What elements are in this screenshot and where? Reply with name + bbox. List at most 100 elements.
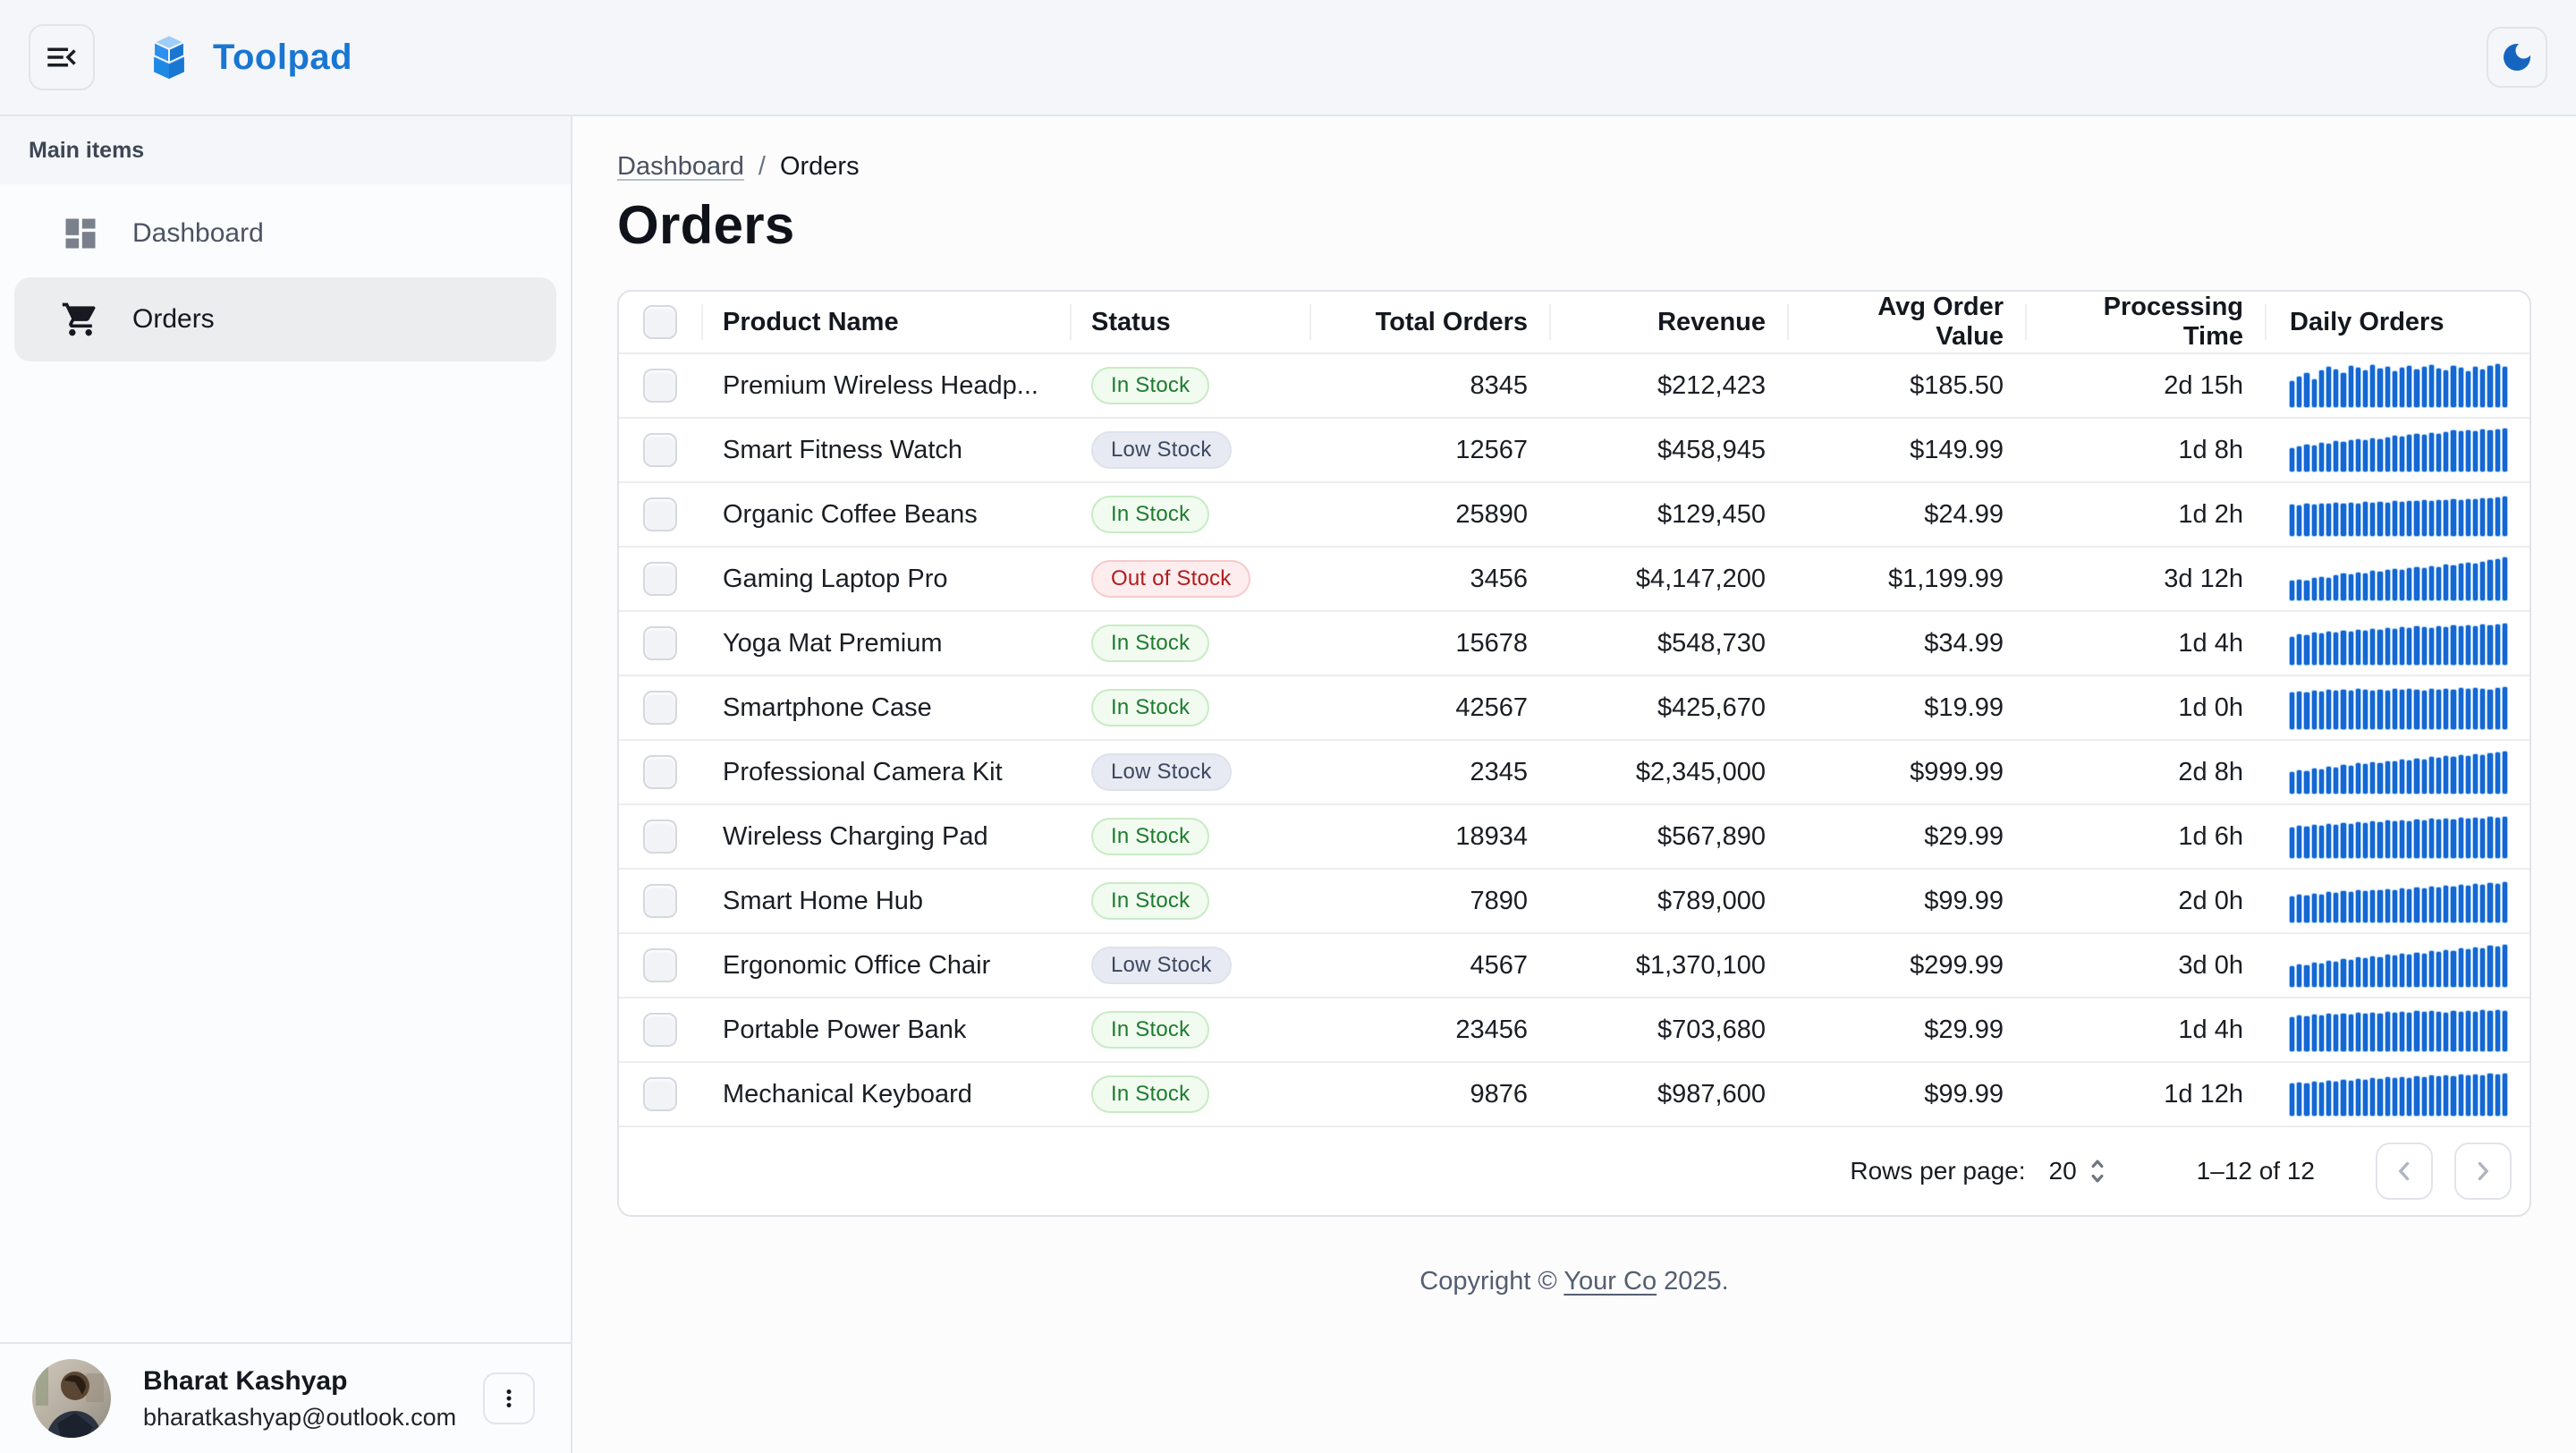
table-row[interactable]: Wireless Charging Pad In Stock 18934 $56… <box>619 803 2529 868</box>
user-account: Bharat Kashyap bharatkashyap@outlook.com <box>0 1342 571 1453</box>
revenue-cell: $129,450 <box>1549 483 1787 546</box>
product-name-cell: Mechanical Keyboard <box>723 1080 972 1109</box>
status-label: Low Stock <box>1111 438 1212 463</box>
app-bar: Toolpad <box>0 0 2576 116</box>
table-row[interactable]: Portable Power Bank In Stock 23456 $703,… <box>619 997 2529 1061</box>
row-checkbox[interactable] <box>643 433 677 467</box>
revenue-cell: $212,423 <box>1549 354 1787 417</box>
sidebar-section-header: Main items <box>0 116 571 184</box>
revenue-cell: $425,670 <box>1549 676 1787 739</box>
user-name: Bharat Kashyap <box>143 1366 483 1397</box>
breadcrumb-link-dashboard[interactable]: Dashboard <box>617 152 744 182</box>
avg-order-value-cell: $299.99 <box>1787 934 2025 997</box>
user-meta: Bharat Kashyap bharatkashyap@outlook.com <box>143 1366 483 1432</box>
brand[interactable]: Toolpad <box>145 31 352 83</box>
status-label: In Stock <box>1111 373 1190 398</box>
app-title: Toolpad <box>213 38 352 78</box>
select-all-checkbox[interactable] <box>643 305 677 339</box>
table-row[interactable]: Yoga Mat Premium In Stock 15678 $548,730… <box>619 610 2529 675</box>
chevron-right-icon <box>2468 1156 2498 1186</box>
avg-order-value-cell: $185.50 <box>1787 354 2025 417</box>
status-badge: In Stock <box>1091 689 1209 726</box>
theme-toggle-button[interactable] <box>2487 27 2547 88</box>
table-row[interactable]: Smartphone Case In Stock 42567 $425,670 … <box>619 675 2529 739</box>
daily-orders-sparkline <box>2290 493 2507 536</box>
avatar[interactable] <box>32 1359 111 1438</box>
table-row[interactable]: Smart Home Hub In Stock 7890 $789,000 $9… <box>619 868 2529 932</box>
status-badge: In Stock <box>1091 1011 1209 1049</box>
total-orders-cell: 23456 <box>1309 998 1549 1061</box>
processing-time-cell: 1d 6h <box>2025 805 2265 868</box>
table-pagination: Rows per page: 20 1–12 of 12 <box>619 1126 2529 1215</box>
row-checkbox[interactable] <box>643 1013 677 1047</box>
avg-order-value-cell: $24.99 <box>1787 483 2025 546</box>
column-header-processing-time[interactable]: Processing Time <box>2025 292 2265 353</box>
daily-orders-sparkline <box>2290 879 2507 922</box>
row-checkbox[interactable] <box>643 691 677 725</box>
row-checkbox[interactable] <box>643 755 677 789</box>
total-orders-cell: 12567 <box>1309 419 1549 481</box>
status-label: Out of Stock <box>1111 566 1231 591</box>
table-row[interactable]: Ergonomic Office Chair Low Stock 4567 $1… <box>619 932 2529 997</box>
sidebar-item-dashboard[interactable]: Dashboard <box>14 191 556 276</box>
next-page-button[interactable] <box>2454 1143 2512 1200</box>
daily-orders-sparkline <box>2290 1073 2507 1116</box>
processing-time-cell: 1d 2h <box>2025 483 2265 546</box>
column-header-product-name[interactable]: Product Name <box>701 292 1070 353</box>
total-orders-cell: 8345 <box>1309 354 1549 417</box>
status-label: In Stock <box>1111 631 1190 656</box>
column-header-total-orders[interactable]: Total Orders <box>1309 292 1549 353</box>
dashboard-icon <box>61 214 100 253</box>
row-checkbox[interactable] <box>643 497 677 531</box>
orders-table: Product Name Status Total Orders Revenue… <box>617 290 2531 1217</box>
status-badge: Out of Stock <box>1091 560 1250 598</box>
status-label: In Stock <box>1111 1017 1190 1042</box>
row-checkbox[interactable] <box>643 626 677 660</box>
status-label: In Stock <box>1111 502 1190 527</box>
avg-order-value-cell: $19.99 <box>1787 676 2025 739</box>
status-badge: In Stock <box>1091 496 1209 533</box>
row-checkbox[interactable] <box>643 884 677 918</box>
row-checkbox[interactable] <box>643 1077 677 1111</box>
table-header-row: Product Name Status Total Orders Revenue… <box>619 292 2529 353</box>
row-checkbox[interactable] <box>643 820 677 854</box>
product-name-cell: Wireless Charging Pad <box>723 822 988 852</box>
daily-orders-sparkline <box>2290 944 2507 987</box>
table-row[interactable]: Professional Camera Kit Low Stock 2345 $… <box>619 739 2529 803</box>
table-row[interactable]: Gaming Laptop Pro Out of Stock 3456 $4,1… <box>619 546 2529 610</box>
revenue-cell: $548,730 <box>1549 612 1787 675</box>
status-badge: In Stock <box>1091 882 1209 920</box>
company-link[interactable]: Your Co <box>1563 1267 1657 1296</box>
row-checkbox[interactable] <box>643 369 677 403</box>
column-header-status[interactable]: Status <box>1070 292 1309 353</box>
sidebar-item-label: Dashboard <box>132 218 264 249</box>
product-name-cell: Smart Home Hub <box>723 887 923 916</box>
sidebar-item-orders[interactable]: Orders <box>14 277 556 361</box>
column-header-revenue[interactable]: Revenue <box>1549 292 1787 353</box>
status-badge: Low Stock <box>1091 753 1232 791</box>
column-header-avg-order-value[interactable]: Avg Order Value <box>1787 292 2025 353</box>
daily-orders-sparkline <box>2290 686 2507 729</box>
collapse-sidebar-button[interactable] <box>29 24 95 90</box>
table-row[interactable]: Mechanical Keyboard In Stock 9876 $987,6… <box>619 1061 2529 1126</box>
daily-orders-sparkline <box>2290 751 2507 794</box>
row-checkbox[interactable] <box>643 562 677 596</box>
avg-order-value-cell: $999.99 <box>1787 741 2025 803</box>
table-row[interactable]: Smart Fitness Watch Low Stock 12567 $458… <box>619 417 2529 481</box>
user-menu-button[interactable] <box>483 1372 535 1424</box>
processing-time-cell: 2d 0h <box>2025 870 2265 932</box>
status-label: In Stock <box>1111 1082 1190 1107</box>
sidebar: Main items Dashboard Orders <box>0 116 572 1453</box>
table-row[interactable]: Premium Wireless Headp... In Stock 8345 … <box>619 353 2529 417</box>
processing-time-cell: 1d 12h <box>2025 1063 2265 1126</box>
previous-page-button[interactable] <box>2376 1143 2433 1200</box>
rows-per-page-select[interactable]: 20 <box>2049 1156 2111 1186</box>
copyright: Copyright © Your Co 2025. <box>617 1267 2531 1296</box>
column-header-daily-orders[interactable]: Daily Orders <box>2265 292 2531 353</box>
avg-order-value-cell: $34.99 <box>1787 612 2025 675</box>
revenue-cell: $703,680 <box>1549 998 1787 1061</box>
row-checkbox[interactable] <box>643 948 677 982</box>
status-label: Low Stock <box>1111 953 1212 978</box>
revenue-cell: $987,600 <box>1549 1063 1787 1126</box>
table-row[interactable]: Organic Coffee Beans In Stock 25890 $129… <box>619 481 2529 546</box>
